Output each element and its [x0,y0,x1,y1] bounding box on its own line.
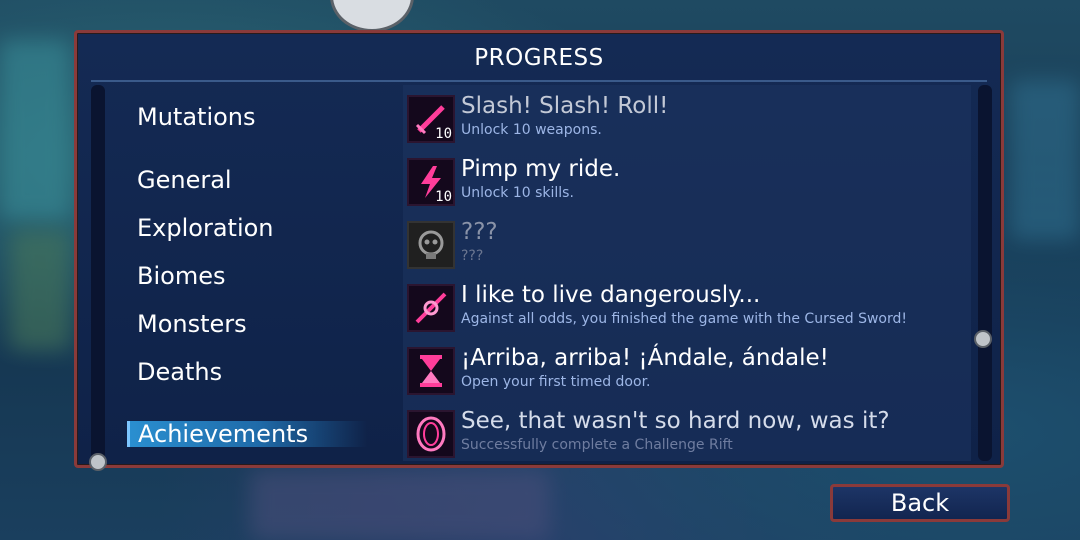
page-title: PROGRESS [474,45,604,71]
achievement-description: ??? [461,248,484,264]
achievement-scrollbar[interactable] [978,85,992,461]
achievement-count: 10 [435,189,452,205]
achievement-item[interactable]: 10 Slash! Slash! Roll! Unlock 10 weapons… [407,93,967,151]
category-biomes[interactable]: Biomes [129,262,369,290]
category-mutations[interactable]: Mutations [129,103,369,131]
category-scroll-knob[interactable] [89,453,107,471]
achievement-description: Open your first timed door. [461,374,651,390]
achievement-item[interactable]: 10 Pimp my ride. Unlock 10 skills. [407,156,967,214]
achievement-title: ??? [461,219,498,245]
achievement-title: Slash! Slash! Roll! [461,93,669,119]
category-deaths[interactable]: Deaths [129,358,369,386]
background-blur [0,40,70,220]
achievement-scroll-knob[interactable] [974,330,992,348]
background-blur [1010,80,1080,240]
category-exploration[interactable]: Exploration [129,214,369,242]
achievement-description: Against all odds, you finished the game … [461,311,907,327]
background-blur [250,470,550,540]
title-divider [91,80,987,82]
achievement-description: Successfully complete a Challenge Rift [461,437,733,453]
back-button[interactable]: Back [830,484,1010,522]
achievement-title: ¡Arriba, arriba! ¡Ándale, ándale! [461,345,829,371]
hourglass-icon [407,347,455,395]
category-monsters[interactable]: Monsters [129,310,369,338]
locked-skull-icon [407,221,455,269]
achievement-count: 10 [435,126,452,142]
achievement-item[interactable]: See, that wasn't so hard now, was it? Su… [407,408,967,466]
background-blur [10,230,70,350]
avatar [330,0,414,32]
cursed-sword-icon [407,284,455,332]
achievement-description: Unlock 10 weapons. [461,122,602,138]
achievement-item[interactable]: ¡Arriba, arriba! ¡Ándale, ándale! Open y… [407,345,967,403]
lightning-icon: 10 [407,158,455,206]
sword-icon: 10 [407,95,455,143]
achievement-title: See, that wasn't so hard now, was it? [461,408,890,434]
achievement-item[interactable]: I like to live dangerously... Against al… [407,282,967,340]
category-scrollbar[interactable] [91,85,105,461]
progress-panel: PROGRESS Mutations General Exploration B… [74,30,1004,471]
rift-icon [407,410,455,458]
category-achievements[interactable]: Achievements [127,421,367,447]
achievement-title: I like to live dangerously... [461,282,761,308]
achievement-item[interactable]: ??? ??? [407,219,967,277]
category-general[interactable]: General [129,166,369,194]
achievement-title: Pimp my ride. [461,156,621,182]
achievement-description: Unlock 10 skills. [461,185,574,201]
